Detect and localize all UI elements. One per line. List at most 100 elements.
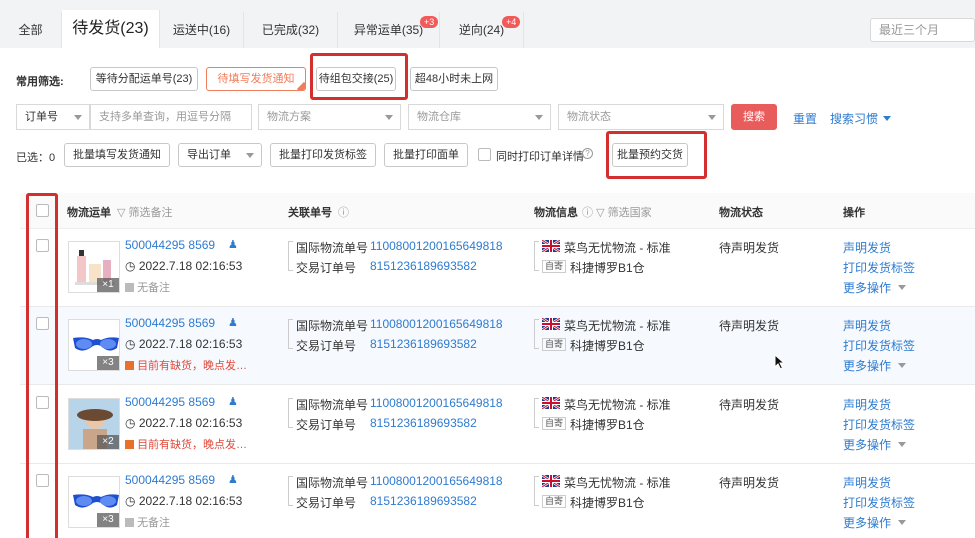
declare-shipment-link[interactable]: 声明发货 (843, 474, 891, 491)
more-actions-label: 更多操作 (843, 359, 892, 373)
comment-icon (125, 518, 134, 527)
chevron-down-icon (898, 285, 907, 290)
self-send-tag: 自寄 (542, 260, 567, 273)
intl-waybill-link[interactable]: 1100800120016564981​8 (370, 317, 503, 331)
print-label-link[interactable]: 打印发货标签 (843, 259, 915, 276)
carrier-name: 菜鸟无忧物流 - 标准 (564, 476, 671, 490)
trade-order-label: 交易订单号 (296, 261, 357, 275)
warehouse-name: 科捷博罗B1仓 (570, 261, 645, 275)
reverse-badge: +4 (502, 16, 521, 28)
waybill-number-link[interactable]: 500044295 8569 (125, 473, 215, 487)
col-waybill: 物流运单 (67, 207, 111, 219)
table-row: ×2 500044295 8569 ♟ ◷ 2022.7.18 02:16:53… (20, 386, 975, 464)
waybill-number-link[interactable]: 500044295 8569 (125, 316, 215, 330)
tab-reverse-label: 逆向(24) (458, 23, 505, 37)
trade-order-link[interactable]: 8151236189693582 (370, 494, 477, 508)
intl-waybill-link[interactable]: 1100800120016564981​8 (370, 474, 503, 488)
filter-chip-over-48h[interactable]: 超48小时未上网 (410, 67, 498, 91)
waybill-filter-label: 筛选备注 (128, 207, 173, 219)
waybill-number-link[interactable]: 500044295 8569 (125, 238, 215, 252)
print-detail-checkbox[interactable] (478, 148, 491, 161)
remark-text: 无备注 (137, 282, 171, 294)
bracket-divider (534, 476, 539, 506)
abnormal-badge: +3 (420, 16, 439, 28)
trade-order-link[interactable]: 8151236189693582 (370, 416, 477, 430)
table-row: ×3 500044295 8569 ♟ ◷ 2022.7.18 02:16:53… (20, 464, 975, 538)
export-orders-button[interactable]: 导出订单 (178, 143, 262, 167)
print-label-link[interactable]: 打印发货标签 (843, 494, 915, 511)
remark-text: 目前有缺货，晚点发… (137, 360, 248, 372)
intl-waybill-link[interactable]: 1100800120016564981​8 (370, 239, 503, 253)
quantity-badge: ×3 (97, 513, 119, 527)
remark[interactable]: 目前有缺货，晚点发… (125, 357, 247, 373)
bulk-fill-notice-button[interactable]: 批量填写发货通知 (64, 143, 170, 167)
logistics-plan-select[interactable]: 物流方案 (258, 104, 401, 130)
remark[interactable]: 目前有缺货，晚点发… (125, 436, 247, 452)
order-time: ◷ 2022.7.18 02:16:53 (125, 337, 242, 351)
reset-link[interactable]: 重置 (793, 110, 817, 127)
logistics-filter[interactable]: ⓘ ▽ 筛选国家 (582, 204, 652, 220)
tab-abnormal[interactable]: 异常运单(35) +3 (338, 12, 440, 48)
uk-flag-icon (542, 240, 560, 252)
remark[interactable]: 无备注 (125, 514, 170, 530)
product-thumbnail[interactable]: ×3 (68, 476, 120, 528)
waybill-number-link[interactable]: 500044295 8569 (125, 395, 215, 409)
print-label-link[interactable]: 打印发货标签 (843, 337, 915, 354)
intl-waybill-link[interactable]: 1100800120016564981​8 (370, 396, 503, 410)
filter-chip-fill-notice[interactable]: 待填写发货通知 (206, 67, 306, 91)
date-range-select[interactable]: 最近三个月 (870, 18, 975, 42)
tab-pending[interactable]: 待发货(23) (62, 10, 160, 48)
order-time-value: 2022.7.18 02:16:53 (138, 494, 243, 508)
clock-icon: ◷ (125, 494, 136, 508)
more-actions-link[interactable]: 更多操作 (843, 357, 907, 374)
tab-all[interactable]: 全部 (0, 12, 62, 48)
order-time-value: 2022.7.18 02:16:53 (138, 416, 243, 430)
help-icon: ⓘ (338, 207, 349, 219)
chevron-down-icon (898, 442, 907, 447)
trade-order-link[interactable]: 8151236189693582 (370, 337, 477, 351)
more-actions-link[interactable]: 更多操作 (843, 514, 907, 531)
carrier-name: 菜鸟无忧物流 - 标准 (564, 319, 671, 333)
remark-text: 无备注 (137, 517, 171, 529)
uk-flag-icon (542, 397, 560, 409)
order-time: ◷ 2022.7.18 02:16:53 (125, 259, 242, 273)
more-actions-link[interactable]: 更多操作 (843, 279, 907, 296)
tab-shipping[interactable]: 运送中(16) (160, 12, 244, 48)
trade-order-label: 交易订单号 (296, 496, 357, 510)
declare-shipment-link[interactable]: 声明发货 (843, 317, 891, 334)
remark[interactable]: 无备注 (125, 279, 170, 295)
uk-flag-icon (542, 475, 560, 487)
help-icon: ⓘ (582, 207, 593, 219)
filter-label: 常用筛选: (16, 76, 64, 88)
order-type-select[interactable]: 订单号 (16, 104, 90, 130)
order-search-input[interactable]: 支持多单查询，用逗号分隔 (90, 104, 252, 130)
more-actions-label: 更多操作 (843, 516, 892, 530)
more-actions-link[interactable]: 更多操作 (843, 436, 907, 453)
trade-order-link[interactable]: 8151236189693582 (370, 259, 477, 273)
product-thumbnail[interactable]: ×3 (68, 319, 120, 371)
bulk-print-label-button[interactable]: 批量打印发货标签 (270, 143, 376, 167)
order-time: ◷ 2022.7.18 02:16:53 (125, 494, 242, 508)
user-icon: ♟ (228, 239, 238, 251)
quantity-badge: ×2 (97, 435, 119, 449)
remark-text: 目前有缺货，晚点发… (137, 439, 248, 451)
bulk-print-sheet-button[interactable]: 批量打印面单 (384, 143, 468, 167)
declare-shipment-link[interactable]: 声明发货 (843, 396, 891, 413)
logistics-filter-label: 筛选国家 (607, 207, 652, 219)
waybill-filter[interactable]: ▽ 筛选备注 (117, 204, 173, 220)
print-label-link[interactable]: 打印发货标签 (843, 416, 915, 433)
tab-done[interactable]: 已完成(32) (244, 12, 338, 48)
filter-chip-awaiting-waybill[interactable]: 等待分配运单号(23) (90, 67, 198, 91)
order-type-label: 订单号 (25, 111, 58, 123)
warehouse-select[interactable]: 物流仓库 (408, 104, 551, 130)
product-thumbnail[interactable]: ×1 (68, 241, 120, 293)
intl-waybill-label: 国际物流单号 (296, 476, 369, 490)
search-button[interactable]: 搜索 (731, 104, 777, 130)
highlight-box (26, 193, 58, 538)
tab-reverse[interactable]: 逆向(24) +4 (440, 12, 524, 48)
status-select[interactable]: 物流状态 (558, 104, 724, 130)
product-thumbnail[interactable]: ×2 (68, 398, 120, 450)
search-habit-link[interactable]: 搜索习惯 (830, 110, 892, 127)
declare-shipment-link[interactable]: 声明发货 (843, 239, 891, 256)
logistics-status: 待声明发货 (719, 319, 780, 333)
